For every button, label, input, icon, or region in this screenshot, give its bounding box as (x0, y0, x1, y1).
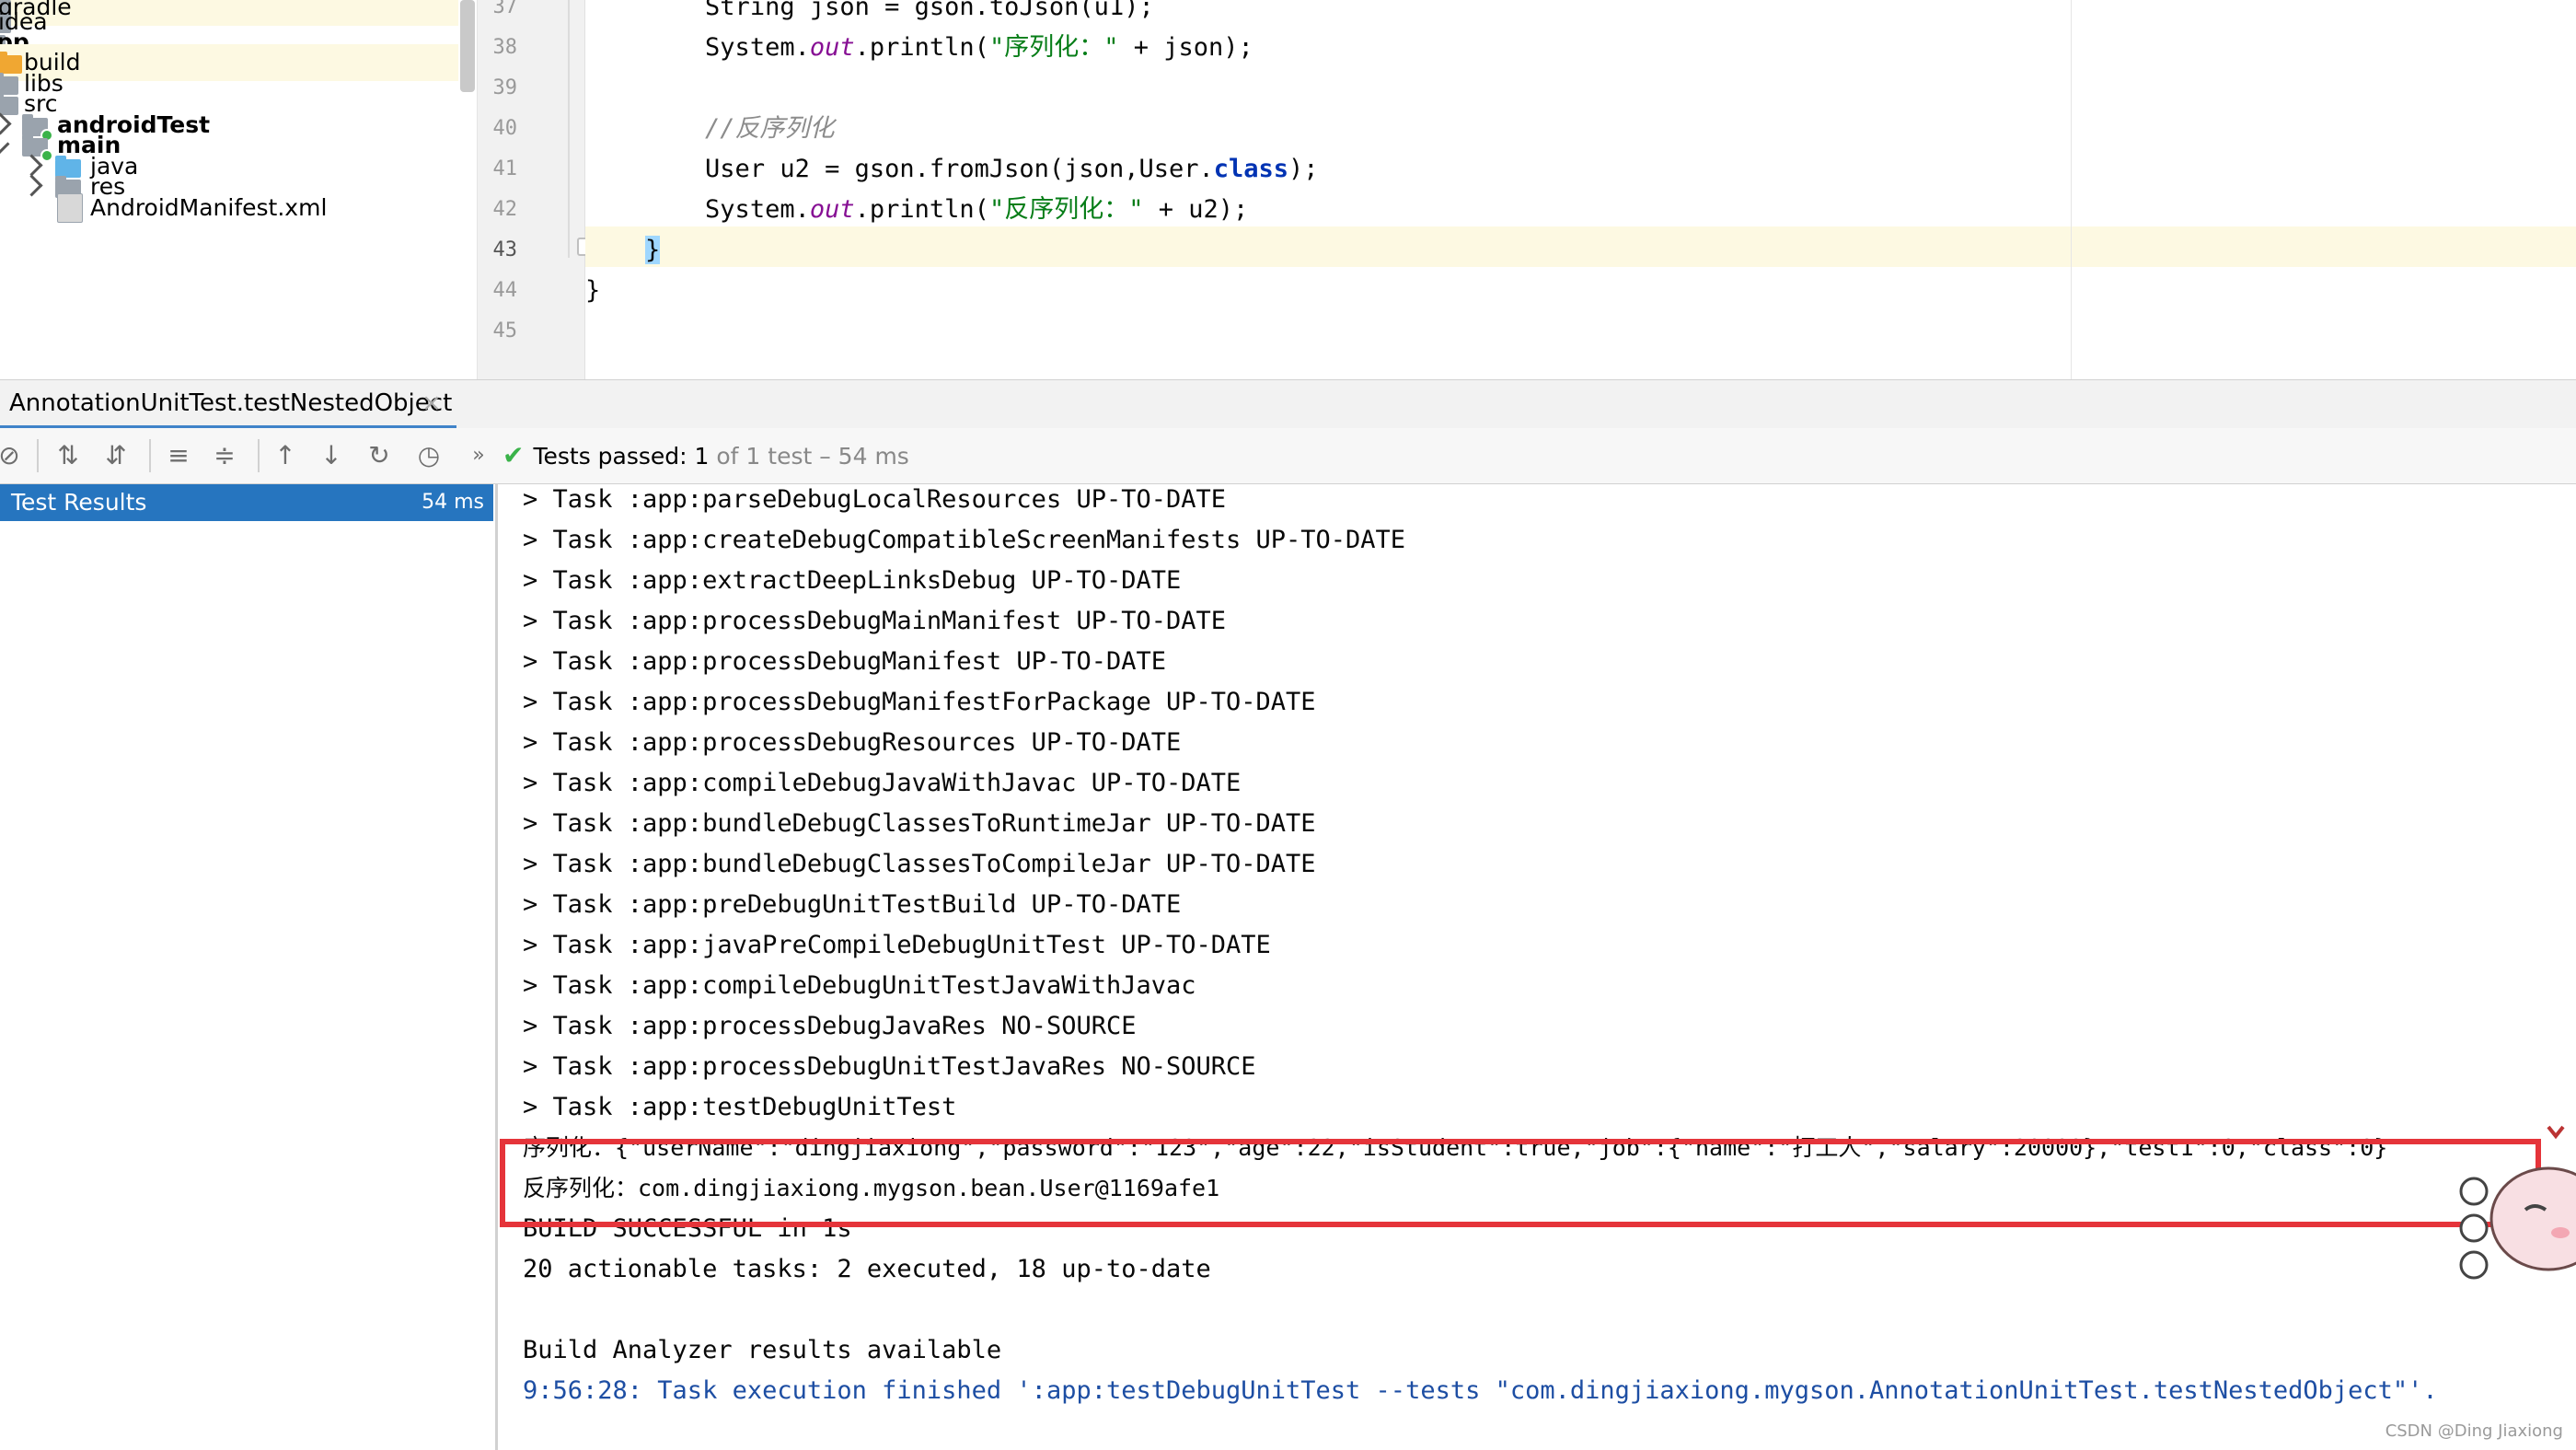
close-icon[interactable]: × (422, 391, 442, 415)
code-token: String json = gson.toJson(u1); (705, 0, 1154, 21)
toolbar-separator (258, 439, 260, 472)
project-item-label: AndroidManifest.xml (90, 194, 328, 221)
history-icon[interactable]: ◷ (412, 439, 445, 472)
code-line: System.out.println("反序列化：" + u2); (585, 190, 1248, 230)
code-token: "反序列化：" (988, 195, 1144, 224)
rerun-icon[interactable]: ↻ (363, 439, 396, 472)
top-area: gradleideappbuildlibssrcandroidTestmainj… (0, 0, 2576, 379)
code-line: User u2 = gson.fromJson(json,User.class)… (585, 149, 1319, 190)
tab-label: AnnotationUnitTest.testNestedObject (9, 389, 453, 417)
console-line: Build Analyzer results available (523, 1336, 1002, 1364)
stop-icon[interactable]: ⊘ (0, 439, 26, 472)
console-line: > Task :app:processDebugMainManifest UP-… (523, 607, 1227, 635)
line-number: 38 (492, 36, 518, 59)
tab-annotation-unit-test[interactable]: AnnotationUnitTest.testNestedObject (0, 380, 461, 428)
console-line: 9:56:28: Task execution finished ':app:t… (523, 1376, 2438, 1405)
console-line: > Task :app:compileDebugUnitTestJavaWith… (523, 971, 1196, 1000)
fold-guide (568, 0, 570, 258)
xml-file-icon (57, 193, 83, 223)
code-line: System.out.println("序列化：" + json); (585, 28, 1253, 68)
code-line: //反序列化 (585, 109, 835, 149)
console-line: > Task :app:processDebugResources UP-TO-… (523, 728, 1182, 757)
code-line: String json = gson.toJson(u1); (585, 0, 1154, 28)
console-line: > Task :app:parseDebugLocalResources UP-… (523, 485, 1227, 514)
code-token: + u2); (1143, 195, 1249, 224)
code-token: "序列化：" (988, 33, 1119, 62)
console-line: > Task :app:compileDebugJavaWithJavac UP… (523, 769, 1242, 797)
status-prefix: Tests passed: (533, 443, 695, 470)
line-number: 42 (492, 198, 518, 221)
code-token: System. (705, 195, 810, 224)
toolbar-separator (149, 439, 151, 472)
sort-duration-icon[interactable]: ⇵ (99, 439, 133, 472)
project-scrollbar[interactable] (460, 0, 475, 92)
prev-failed-icon[interactable]: ↑ (269, 439, 302, 472)
code-token: } (585, 276, 601, 305)
code-token: } (645, 236, 661, 264)
code-token: System. (705, 33, 810, 62)
code-token: .println( (854, 195, 989, 224)
status-count: 1 (694, 443, 710, 470)
highlight-box (500, 1139, 2541, 1227)
console-line: > Task :app:preDebugUnitTestBuild UP-TO-… (523, 890, 1182, 919)
watermark: CSDN @Ding Jiaxiong (2385, 1421, 2563, 1441)
code-token: .println( (854, 33, 989, 62)
sort-alpha-icon[interactable]: ⇅ (52, 439, 85, 472)
project-tree[interactable]: gradleideappbuildlibssrcandroidTestmainj… (0, 0, 478, 379)
console-line: > Task :app:extractDeepLinksDebug UP-TO-… (523, 566, 1182, 595)
console-line: > Task :app:processDebugUnitTestJavaRes … (523, 1052, 1256, 1081)
line-number: 37 (492, 0, 518, 18)
console-line: > Task :app:processDebugManifestForPacka… (523, 688, 1316, 716)
project-item-androidmanifest-xml[interactable]: AndroidManifest.xml (0, 190, 458, 226)
console-line: > Task :app:testDebugUnitTest (523, 1093, 957, 1121)
more-icon[interactable]: » (462, 439, 495, 472)
line-number: 43 (492, 238, 518, 261)
right-margin-guide (2071, 0, 2072, 379)
console-line: > Task :app:createDebugCompatibleScreenM… (523, 526, 1406, 554)
console-line: > Task :app:bundleDebugClassesToCompileJ… (523, 850, 1316, 878)
test-results-duration: 54 ms (422, 491, 484, 514)
line-number: 39 (492, 76, 518, 99)
line-number: 45 (492, 319, 518, 342)
console-line: > Task :app:javaPreCompileDebugUnitTest … (523, 931, 1271, 959)
checkmark-icon: ✔ (502, 440, 525, 470)
expand-all-icon[interactable]: ≡ (162, 439, 195, 472)
tests-status: ✔ Tests passed: 1 of 1 test – 54 ms (502, 428, 909, 483)
code-line: } (585, 230, 661, 271)
code-token: out (809, 33, 855, 62)
console-line: > Task :app:processDebugManifest UP-TO-D… (523, 647, 1166, 676)
line-number: 40 (492, 117, 518, 140)
code-line: } (585, 271, 600, 311)
line-number: 41 (492, 157, 518, 180)
test-results-root[interactable]: Test Results 54 ms (0, 484, 493, 521)
code-editor[interactable]: String json = gson.toJson(u1); System.ou… (585, 0, 2576, 379)
console-line: 20 actionable tasks: 2 executed, 18 up-t… (523, 1255, 1211, 1283)
run-tab-bar: AnnotationUnitTest.testNestedObject × (0, 379, 2576, 429)
code-token: + json); (1118, 33, 1253, 62)
run-toolbar: ⊘ ⇅ ⇵ ≡ ≑ ↑ ↓ ↻ ◷ » ✔ Tests passed: 1 of … (0, 428, 2576, 484)
console-line: > Task :app:bundleDebugClassesToRuntimeJ… (523, 809, 1316, 838)
console-line: > Task :app:processDebugJavaRes NO-SOURC… (523, 1012, 1137, 1040)
collapse-all-icon[interactable]: ≑ (208, 439, 241, 472)
code-token: class (1213, 155, 1289, 183)
code-token: //反序列化 (705, 114, 835, 143)
next-failed-icon[interactable]: ↓ (315, 439, 348, 472)
mascot-sticker-icon (2459, 1125, 2576, 1280)
test-results-label: Test Results (11, 489, 147, 516)
line-number: 44 (492, 279, 518, 302)
toolbar-separator (37, 439, 39, 472)
status-suffix: of 1 test – 54 ms (709, 443, 909, 470)
code-token: User u2 = gson.fromJson(json,User. (705, 155, 1214, 183)
code-token: ); (1288, 155, 1319, 183)
console-output[interactable]: > Task :app:parseDebugLocalResources UP-… (499, 484, 2576, 1450)
code-token: out (809, 195, 855, 224)
test-results-panel: Test Results 54 ms (0, 484, 498, 1450)
